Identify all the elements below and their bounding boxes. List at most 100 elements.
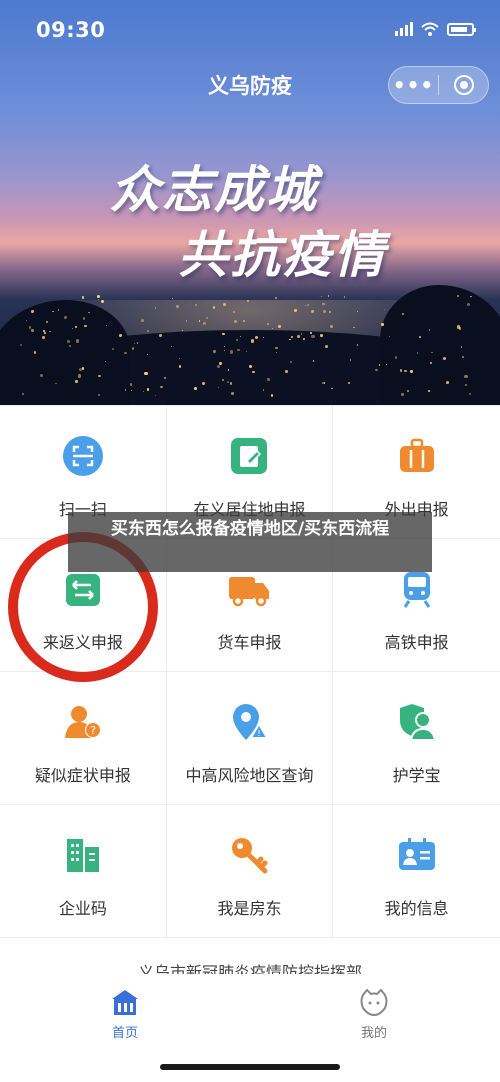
city-light <box>158 333 162 337</box>
tab-label: 首页 <box>111 1026 138 1041</box>
city-light <box>327 295 330 297</box>
city-light <box>406 390 409 393</box>
city-light <box>383 308 386 311</box>
city-light <box>74 379 78 383</box>
city-light <box>251 339 255 343</box>
city-light <box>419 336 421 339</box>
city-light <box>112 347 114 350</box>
city-light <box>357 311 359 313</box>
city-light <box>131 347 135 350</box>
city-light <box>245 351 247 353</box>
city-light <box>202 382 206 386</box>
city-light <box>118 334 122 338</box>
city-light <box>289 361 292 364</box>
city-light <box>28 325 32 329</box>
city-light <box>233 320 237 324</box>
city-light <box>144 371 148 375</box>
city-light <box>147 330 149 333</box>
city-light <box>236 348 240 352</box>
train-icon <box>395 567 439 611</box>
city-light <box>427 389 430 392</box>
city-light <box>198 319 201 322</box>
city-light <box>170 346 172 348</box>
more-dots-icon[interactable]: ••• <box>389 66 438 104</box>
city-light <box>320 334 323 338</box>
city-light <box>31 310 34 314</box>
user-face-icon <box>334 987 414 1019</box>
city-light <box>262 337 265 339</box>
city-light <box>88 311 90 314</box>
city-light <box>267 378 271 382</box>
city-light <box>232 310 236 313</box>
city-light <box>193 387 197 391</box>
city-light <box>291 336 293 338</box>
city-light <box>323 310 326 314</box>
id-card-icon <box>395 833 439 877</box>
city-light <box>300 333 302 335</box>
city-light <box>98 374 101 378</box>
grid-item-my-info[interactable]: 我的信息 <box>333 805 500 938</box>
city-light <box>378 364 381 366</box>
grid-item-label: 疑似症状申报 <box>34 766 131 785</box>
city-light <box>329 310 332 314</box>
city-light <box>443 356 447 360</box>
city-light <box>98 393 101 396</box>
city-light <box>206 317 209 320</box>
city-light <box>130 389 133 392</box>
person-question-icon: ? <box>61 700 105 744</box>
city-light <box>401 393 405 397</box>
banner-slogan-line1: 众志成城 <box>110 160 318 219</box>
city-light <box>67 340 71 344</box>
city-light <box>307 303 310 306</box>
status-time: 09:30 <box>36 18 106 42</box>
city-light <box>41 336 45 339</box>
city-light <box>313 360 315 362</box>
city-light <box>227 368 230 371</box>
city-light <box>222 302 226 306</box>
scan-icon <box>61 434 105 478</box>
city-light <box>49 330 52 333</box>
city-light <box>321 295 323 297</box>
city-light <box>375 368 378 372</box>
city-light <box>223 345 226 347</box>
close-capsule-button[interactable] <box>439 75 488 95</box>
city-light <box>429 362 432 365</box>
city-light <box>155 394 157 396</box>
city-light <box>248 365 252 369</box>
footer-notice: 义乌市新冠肺炎疫情防控指挥部 <box>137 963 362 974</box>
city-light <box>185 320 188 322</box>
banner-slogan-line2: 共抗疫情 <box>178 225 386 284</box>
tab-mine[interactable]: 我的 <box>334 987 414 1041</box>
grid-item-symptom-report[interactable]: ? 疑似症状申报 <box>0 672 167 805</box>
location-warning-icon: ! <box>227 700 271 744</box>
city-light <box>404 369 407 373</box>
city-light <box>26 319 28 321</box>
grid-item-study-guard[interactable]: 护学宝 <box>333 672 500 805</box>
city-light <box>181 330 183 332</box>
city-light <box>465 384 467 386</box>
grid-item-risk-area-query[interactable]: ! 中高风险地区查询 <box>166 672 334 805</box>
city-light <box>141 318 145 322</box>
city-light <box>136 342 138 344</box>
city-light <box>147 353 149 355</box>
truck-icon <box>227 567 271 611</box>
city-light <box>324 344 328 349</box>
suitcase-icon <box>395 434 439 478</box>
grid-item-enterprise-code[interactable]: 企业码 <box>0 805 167 938</box>
key-icon <box>227 833 271 877</box>
city-light <box>416 351 419 354</box>
city-light <box>284 370 288 374</box>
status-bar: 09:30 <box>0 0 500 60</box>
city-light <box>163 376 166 379</box>
city-light <box>400 369 403 372</box>
city-light <box>20 343 23 346</box>
grid-item-landlord[interactable]: 我是房东 <box>166 805 334 938</box>
city-light <box>252 370 255 374</box>
city-light <box>57 309 59 311</box>
city-light <box>52 311 54 313</box>
status-icons <box>395 22 476 36</box>
tab-home[interactable]: 首页 <box>85 987 165 1041</box>
city-light <box>456 295 459 297</box>
city-light <box>356 344 359 346</box>
city-light <box>431 351 433 354</box>
